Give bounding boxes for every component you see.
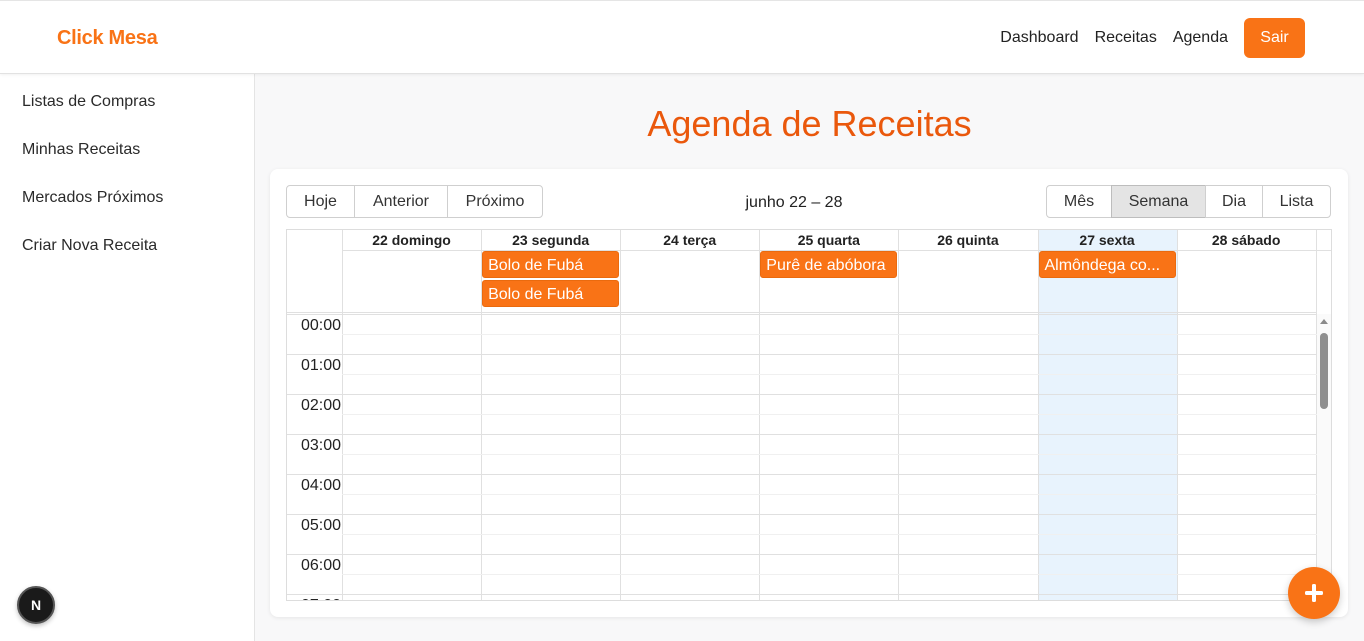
grid-column-divider <box>1037 230 1039 600</box>
grid-column-divider <box>1176 230 1178 600</box>
hour-divider <box>287 594 1317 595</box>
today-column-highlight <box>1037 230 1177 600</box>
view-week-button[interactable]: Semana <box>1111 185 1206 218</box>
time-slot-label: 07:00 <box>287 597 341 600</box>
nav-agenda[interactable]: Agenda <box>1173 29 1228 47</box>
nav-dashboard[interactable]: Dashboard <box>1000 29 1078 47</box>
day-header[interactable]: 24 terça <box>620 230 759 250</box>
half-hour-divider <box>342 574 1317 575</box>
time-slot-label: 03:00 <box>300 437 341 454</box>
plus-icon <box>1305 584 1323 602</box>
hour-divider <box>287 474 1317 475</box>
hour-divider <box>287 354 1317 355</box>
calendar-card: Hoje Anterior Próximo junho 22 – 28 Mês … <box>270 169 1348 617</box>
day-header[interactable]: 27 sexta <box>1038 230 1177 250</box>
calendar-event[interactable]: Bolo de Fubá <box>482 251 620 278</box>
scrollbar-thumb[interactable] <box>1320 333 1328 409</box>
time-slot-label: 02:00 <box>300 397 341 414</box>
scroll-up-arrow-icon[interactable] <box>1320 319 1328 324</box>
view-day-button[interactable]: Dia <box>1205 185 1263 218</box>
calendar-event[interactable]: Purê de abóbora <box>760 251 898 278</box>
page-title: Agenda de Receitas <box>647 103 972 144</box>
hour-divider <box>287 554 1317 555</box>
add-event-button[interactable] <box>1288 567 1340 619</box>
sidebar-item-create-recipe[interactable]: Criar Nova Receita <box>22 237 157 255</box>
hour-divider <box>287 394 1317 395</box>
nav-receitas[interactable]: Receitas <box>1095 29 1157 47</box>
hour-divider <box>287 514 1317 515</box>
half-hour-divider <box>342 374 1317 375</box>
logout-button[interactable]: Sair <box>1244 18 1305 58</box>
week-calendar-grid: 22 domingo 23 segunda 24 terça 25 quarta 26 … <box>286 229 1332 601</box>
half-hour-divider <box>342 414 1317 415</box>
calendar-event[interactable]: Almôndega co... <box>1038 251 1176 278</box>
sidebar-item-shopping-lists[interactable]: Listas de Compras <box>22 93 155 111</box>
time-slot-label: 01:00 <box>300 357 341 374</box>
grid-column-divider <box>342 230 343 600</box>
time-slot-label: 00:00 <box>300 317 341 334</box>
brand-logo[interactable]: Click Mesa <box>57 27 158 50</box>
grid-column-divider <box>759 230 761 600</box>
view-list-button[interactable]: Lista <box>1262 185 1331 218</box>
day-header[interactable]: 28 sábado <box>1177 230 1316 250</box>
half-hour-divider <box>342 454 1317 455</box>
view-month-button[interactable]: Mês <box>1046 185 1112 218</box>
view-switcher: Mês Semana Dia Lista <box>1046 185 1331 218</box>
grid-row-divider <box>287 314 1317 315</box>
grid-column-divider <box>620 230 622 600</box>
sidebar: Listas de Compras Minhas Receitas Mercad… <box>0 74 255 641</box>
nextjs-dev-badge[interactable]: N <box>17 586 55 624</box>
day-header[interactable]: 23 segunda <box>481 230 620 250</box>
half-hour-divider <box>342 334 1317 335</box>
calendar-event[interactable]: Bolo de Fubá <box>482 280 620 307</box>
half-hour-divider <box>342 534 1317 535</box>
time-slot-label: 06:00 <box>300 557 341 574</box>
top-navbar: Click Mesa Dashboard Receitas Agenda Sai… <box>0 0 1364 74</box>
time-grid-scrollbar[interactable] <box>1317 314 1331 600</box>
day-header[interactable]: 26 quinta <box>898 230 1037 250</box>
time-slot-label: 05:00 <box>300 517 341 534</box>
grid-column-divider <box>898 230 900 600</box>
hour-divider <box>287 434 1317 435</box>
grid-row-divider <box>287 312 1317 313</box>
main-nav: Dashboard Receitas Agenda <box>1000 29 1228 47</box>
sidebar-item-my-recipes[interactable]: Minhas Receitas <box>22 141 140 159</box>
time-slot-label: 04:00 <box>300 477 341 494</box>
day-header[interactable]: 25 quarta <box>759 230 898 250</box>
sidebar-item-nearby-markets[interactable]: Mercados Próximos <box>22 189 163 207</box>
day-header[interactable]: 22 domingo <box>342 230 481 250</box>
half-hour-divider <box>342 494 1317 495</box>
